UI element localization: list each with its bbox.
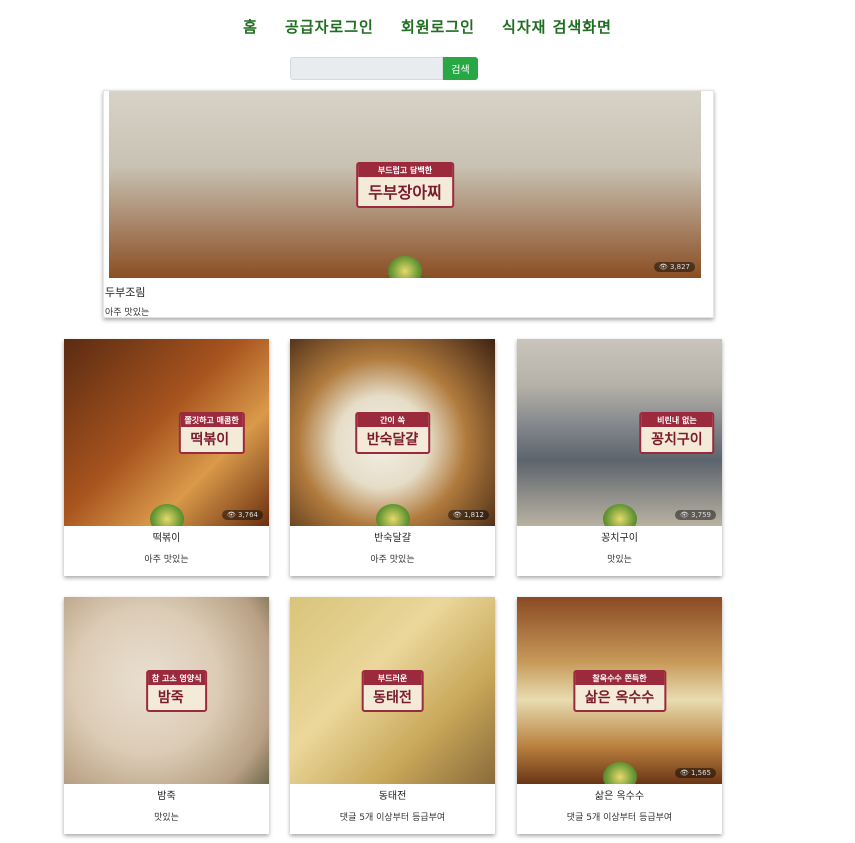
recipe-card[interactable]: 쫄깃하고 매콤한 떡볶이 👁 3,764 떡볶이 아주 맛있는: [64, 339, 269, 576]
recipe-image[interactable]: 찰옥수수 쫀득한 삶은 옥수수 👁 1,565: [517, 597, 722, 784]
recipe-description: 맛있는: [154, 813, 179, 823]
view-count-badge: 👁 1,565: [674, 768, 716, 778]
channel-logo-icon: [388, 256, 422, 278]
recipe-name: 동태전: [378, 791, 407, 802]
image-banner-title: 동태전: [373, 689, 412, 706]
image-banner: 비린내 없는 꽁치구이: [639, 411, 715, 454]
recipe-name: 반숙달걀: [374, 533, 411, 544]
image-banner-title: 떡볶이: [190, 431, 230, 448]
image-banner: 찰옥수수 쫀득한 삶은 옥수수: [572, 669, 667, 712]
recipe-name: 밤죽: [157, 791, 176, 802]
recipe-name: 떡볶이: [152, 533, 181, 544]
view-count-badge: 👁 1,812: [447, 510, 489, 520]
channel-logo-icon: [375, 504, 410, 526]
recipe-name: 두부조림: [105, 286, 146, 299]
image-banner-subtitle: 부드럽고 담백한: [358, 163, 452, 177]
image-banner-title: 꽁치구이: [651, 431, 703, 448]
recipe-name: 꽁치구이: [601, 533, 638, 544]
image-banner-title: 삶은 옥수수: [584, 689, 655, 706]
image-banner-subtitle: 참 고소 영양식: [147, 671, 206, 685]
view-count-badge: 👁 3,759: [674, 510, 716, 520]
nav-home-link[interactable]: 홈: [243, 16, 258, 37]
channel-logo-icon: [602, 504, 637, 526]
recipe-card[interactable]: 비린내 없는 꽁치구이 👁 3,759 꽁치구이 맛있는: [517, 339, 722, 576]
recipe-image[interactable]: 간이 쏙 반숙달걀 👁 1,812: [290, 339, 495, 526]
recipe-description: 아주 맛있는: [144, 555, 189, 565]
recipe-description: 아주 맛있는: [370, 555, 415, 565]
nav-member-login-link[interactable]: 회원로그인: [401, 16, 475, 37]
search-button[interactable]: 검색: [443, 57, 478, 80]
nav-ingredient-search-link[interactable]: 식자재 검색화면: [502, 16, 612, 37]
recipe-image[interactable]: 비린내 없는 꽁치구이 👁 3,759: [517, 339, 722, 526]
image-banner-title: 밤죽: [157, 689, 184, 706]
recipe-description: 댓글 5개 이상부터 등급부여: [566, 813, 673, 823]
top-nav: 홈 공급자로그인 회원로그인 식자재 검색화면: [0, 16, 855, 37]
search-bar: 검색: [290, 57, 478, 80]
channel-logo-icon: [602, 762, 637, 784]
image-banner: 부드럽고 담백한 두부장아찌: [356, 161, 454, 208]
image-banner-title: 반숙달걀: [366, 431, 419, 448]
image-banner: 간이 쏙 반숙달걀: [354, 411, 431, 454]
recipe-description: 맛있는: [607, 555, 632, 565]
recipe-description: 댓글 5개 이상부터 등급부여: [339, 813, 446, 823]
image-banner-subtitle: 쫄깃하고 매콤한: [180, 413, 243, 427]
image-banner: 참 고소 영양식 밤죽: [145, 669, 208, 712]
featured-recipe-card[interactable]: 부드럽고 담백한 두부장아찌 👁 3,827 두부조림 아주 맛있는: [103, 90, 714, 318]
view-count-badge: 👁 3,764: [221, 510, 263, 520]
recipe-card[interactable]: 찰옥수수 쫀득한 삶은 옥수수 👁 1,565 삶은 옥수수 댓글 5개 이상부…: [517, 597, 722, 834]
image-banner-title: 두부장아찌: [368, 182, 442, 202]
recipe-card[interactable]: 간이 쏙 반숙달걀 👁 1,812 반숙달걀 아주 맛있는: [290, 339, 495, 576]
featured-recipe-image[interactable]: 부드럽고 담백한 두부장아찌 👁 3,827: [109, 91, 701, 278]
image-banner-subtitle: 부드러운: [363, 671, 422, 685]
image-banner-subtitle: 간이 쏙: [356, 413, 429, 427]
recipe-image[interactable]: 부드러운 동태전: [290, 597, 495, 784]
recipe-image[interactable]: 참 고소 영양식 밤죽: [64, 597, 269, 784]
channel-logo-icon: [149, 504, 184, 526]
nav-supplier-login-link[interactable]: 공급자로그인: [285, 16, 374, 37]
image-banner: 쫄깃하고 매콤한 떡볶이: [178, 411, 245, 454]
search-input[interactable]: [290, 57, 443, 80]
recipe-card[interactable]: 참 고소 영양식 밤죽 밤죽 맛있는: [64, 597, 269, 834]
view-count-badge: 👁 3,827: [653, 262, 695, 272]
image-banner-subtitle: 비린내 없는: [641, 413, 713, 427]
image-banner-subtitle: 찰옥수수 쫀득한: [574, 671, 665, 685]
image-banner: 부드러운 동태전: [361, 669, 424, 712]
recipe-card[interactable]: 부드러운 동태전 동태전 댓글 5개 이상부터 등급부여: [290, 597, 495, 834]
recipe-description: 아주 맛있는: [105, 308, 150, 318]
recipe-name: 삶은 옥수수: [594, 791, 645, 802]
recipe-image[interactable]: 쫄깃하고 매콤한 떡볶이 👁 3,764: [64, 339, 269, 526]
